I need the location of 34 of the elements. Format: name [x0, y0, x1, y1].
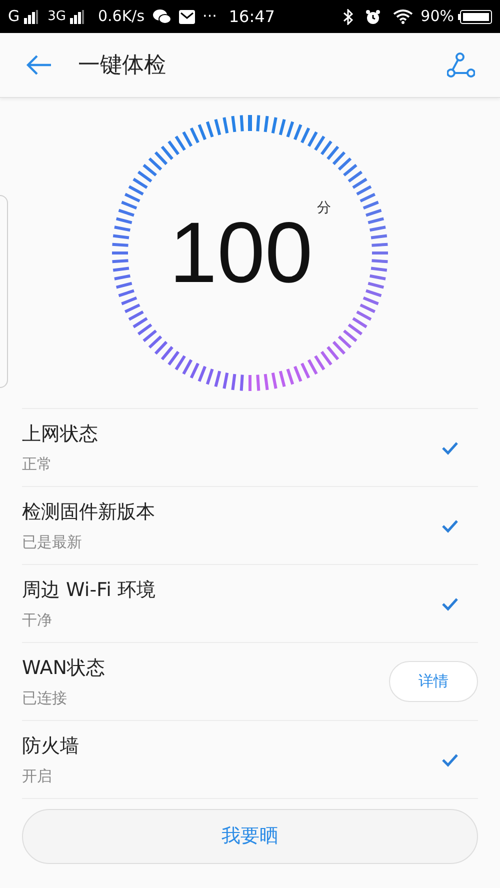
check-status: 干净	[22, 610, 53, 630]
page-title: 一键体检	[78, 52, 166, 80]
check-status: 开启	[22, 766, 53, 786]
network-speed: 0.6K/s	[98, 6, 145, 28]
share-result-button[interactable]: 我要晒	[22, 809, 478, 864]
battery-percent: 90%	[420, 6, 454, 28]
check-status: 已连接	[22, 688, 68, 708]
battery-icon	[458, 10, 492, 24]
check-icon	[441, 752, 459, 766]
check-title: 防火墙	[22, 734, 80, 759]
check-title: 周边 Wi-Fi 环境	[22, 578, 156, 603]
signal-icon	[24, 10, 40, 24]
score-unit: 分	[316, 199, 331, 218]
check-icon	[441, 596, 459, 610]
check-status: 正常	[22, 454, 53, 474]
details-button[interactable]: 详情	[389, 661, 478, 702]
check-icon	[441, 518, 459, 532]
alarm-icon	[364, 8, 381, 24]
chat-icon	[152, 9, 171, 24]
check-status: 已是最新	[22, 532, 83, 552]
share-icon[interactable]	[446, 50, 476, 80]
signal-icon	[70, 10, 86, 24]
score-value: 100	[169, 210, 313, 296]
check-title: WAN状态	[22, 656, 106, 681]
check-icon	[441, 440, 459, 454]
carrier-label: 3G	[48, 8, 66, 26]
mail-icon	[178, 10, 195, 24]
clock: 16:47	[228, 6, 275, 28]
wifi-icon	[392, 9, 413, 24]
check-title: 上网状态	[22, 422, 99, 447]
more-notifications: ···	[202, 6, 217, 28]
carrier-label: G	[8, 6, 20, 28]
check-title: 检测固件新版本	[22, 500, 156, 525]
bluetooth-icon	[342, 8, 353, 24]
